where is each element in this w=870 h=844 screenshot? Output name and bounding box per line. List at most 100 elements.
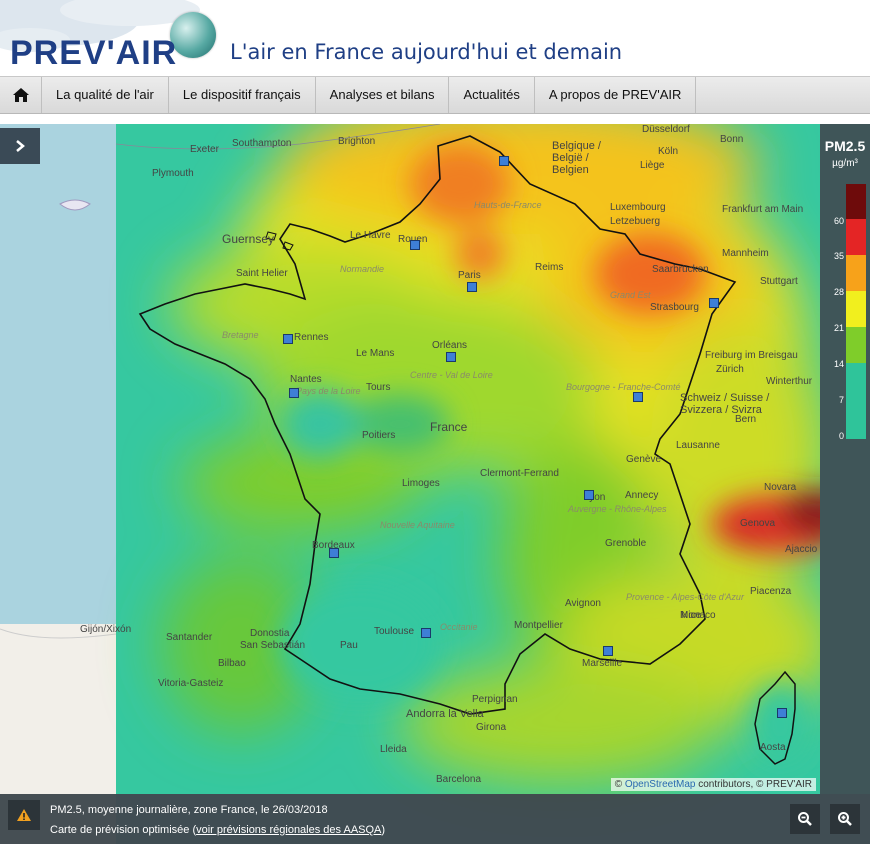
map-country-label: Andorra la Vella xyxy=(406,708,484,720)
legend-tick-label: 60 xyxy=(833,216,844,226)
map-label: Düsseldorf xyxy=(642,124,690,135)
map-label: Limoges xyxy=(402,478,440,489)
legend-color-scale xyxy=(846,184,866,439)
legend-tick-label: 35 xyxy=(833,251,844,261)
map-label: Orléans xyxy=(432,340,468,351)
map-label: Plymouth xyxy=(152,168,194,179)
color-legend: PM2.5 µg/m³ 60 35 28 21 14 7 0 xyxy=(820,124,870,794)
legend-tick-label: 0 xyxy=(838,431,844,441)
map-country-label: Belgique / België / Belgien xyxy=(552,140,601,176)
regional-forecasts-link[interactable]: voir prévisions régionales des AASQA xyxy=(196,824,381,836)
map-label: Lausanne xyxy=(676,440,720,451)
map-country-label: Monaco xyxy=(680,610,716,621)
station-marker[interactable] xyxy=(329,548,339,558)
app-root: PREV'AIR L'air en France aujourd'hui et … xyxy=(0,0,870,844)
map-label: Gijón/Xixón xyxy=(80,624,132,635)
map-region-label: Occitanie xyxy=(440,622,478,632)
map-label: Exeter xyxy=(190,144,219,155)
station-marker[interactable] xyxy=(499,156,509,166)
station-marker[interactable] xyxy=(584,490,594,500)
legend-title: PM2.5 xyxy=(824,138,866,154)
nav-home-button[interactable] xyxy=(0,77,42,113)
site-header: PREV'AIR L'air en France aujourd'hui et … xyxy=(0,0,870,76)
map-region-label: Hauts-de-France xyxy=(474,200,542,210)
station-marker[interactable] xyxy=(446,352,456,362)
station-marker[interactable] xyxy=(709,298,719,308)
map-region-label: Auvergne - Rhône-Alpes xyxy=(568,504,667,514)
map-region-label: Bretagne xyxy=(222,330,259,340)
nav-item-qualite-air[interactable]: La qualité de l'air xyxy=(42,77,169,113)
map-region-label: Normandie xyxy=(340,264,385,274)
map-region-label: Bourgogne - Franche-Comté xyxy=(566,382,681,392)
map-label: Montpellier xyxy=(514,620,563,631)
map-label: Aosta xyxy=(760,742,786,753)
nav-item-actualites[interactable]: Actualités xyxy=(449,77,535,113)
nav-item-dispositif[interactable]: Le dispositif français xyxy=(169,77,316,113)
map-label: Santander xyxy=(166,632,213,643)
station-marker[interactable] xyxy=(289,388,299,398)
map-label: San Sebastián xyxy=(240,640,306,651)
map-label: Reims xyxy=(535,262,564,273)
home-icon xyxy=(12,88,29,102)
map-label: Barcelona xyxy=(436,774,482,785)
station-marker[interactable] xyxy=(467,282,477,292)
site-tagline: L'air en France aujourd'hui et demain xyxy=(230,40,623,64)
map-label: Girona xyxy=(476,722,507,733)
map-label: Frankfurt am Main xyxy=(722,204,804,215)
legend-unit: µg/m³ xyxy=(832,158,858,169)
map-label: Bonn xyxy=(720,134,744,145)
nav-item-a-propos[interactable]: A propos de PREV'AIR xyxy=(535,77,697,113)
map-label: Toulouse xyxy=(374,626,415,637)
legend-tick-label: 28 xyxy=(833,287,844,297)
map-label: Perpignan xyxy=(472,694,518,705)
map-forecast-note: Carte de prévision optimisée (voir prévi… xyxy=(50,824,386,836)
map-region-label: Pays de la Loire xyxy=(296,386,361,396)
station-marker[interactable] xyxy=(283,334,293,344)
map-label: Annecy xyxy=(625,490,659,501)
osm-link[interactable]: OpenStreetMap xyxy=(625,779,696,790)
station-marker[interactable] xyxy=(633,392,643,402)
legend-tick-label: 21 xyxy=(833,323,844,333)
station-marker[interactable] xyxy=(603,646,613,656)
pollution-map[interactable]: Southampton Brighton Exeter Plymouth Düs… xyxy=(0,124,870,844)
map-label: Vitoria-Gasteiz xyxy=(158,678,224,689)
map-label: Winterthur xyxy=(766,376,813,387)
nav-spacer xyxy=(0,114,870,124)
map-info-bar: PM2.5, moyenne journalière, zone France,… xyxy=(0,794,870,844)
map-label: Tours xyxy=(366,382,391,393)
map-label: Clermont-Ferrand xyxy=(480,468,559,479)
legend-tick-label: 7 xyxy=(838,395,844,405)
map-label: Stuttgart xyxy=(760,276,798,287)
map-label: Avignon xyxy=(565,598,601,609)
map-label: Genève xyxy=(626,454,662,465)
map-label: Paris xyxy=(458,270,481,281)
map-label: Marseille xyxy=(582,658,623,669)
map-label: Mannheim xyxy=(722,248,769,259)
map-label: Novara xyxy=(764,482,797,493)
map-region-label: Nouvelle Aquitaine xyxy=(380,520,455,530)
zoom-in-button[interactable] xyxy=(830,804,860,834)
zoom-out-button[interactable] xyxy=(790,804,820,834)
map-label: Genova xyxy=(740,518,776,529)
logo[interactable]: PREV'AIR xyxy=(10,34,177,73)
map-label: Liège xyxy=(640,160,665,171)
map-label: Luxembourg xyxy=(610,202,666,213)
nav-item-analyses[interactable]: Analyses et bilans xyxy=(316,77,450,113)
map-label: Grenoble xyxy=(605,538,647,549)
map-label: Bilbao xyxy=(218,658,246,669)
map-country-label: Schweiz / Suisse / Svizzera / Svizra xyxy=(680,392,770,416)
map-label: Strasbourg xyxy=(650,302,699,313)
map-label: Le Mans xyxy=(356,348,395,359)
warning-button[interactable] xyxy=(8,800,40,830)
map-description: PM2.5, moyenne journalière, zone France,… xyxy=(50,804,328,816)
map-label: Le Havre xyxy=(350,230,391,241)
map-country-label: Guernsey xyxy=(222,232,275,246)
zoom-out-icon xyxy=(798,812,812,826)
sidebar-toggle-button[interactable] xyxy=(0,128,40,164)
station-marker[interactable] xyxy=(777,708,787,718)
map-label: Brighton xyxy=(338,136,376,147)
station-marker[interactable] xyxy=(410,240,420,250)
station-marker[interactable] xyxy=(421,628,431,638)
map-region-label: Provence - Alpes-Côte d'Azur xyxy=(626,592,744,602)
map-label: Freiburg im Breisgau xyxy=(705,350,798,361)
